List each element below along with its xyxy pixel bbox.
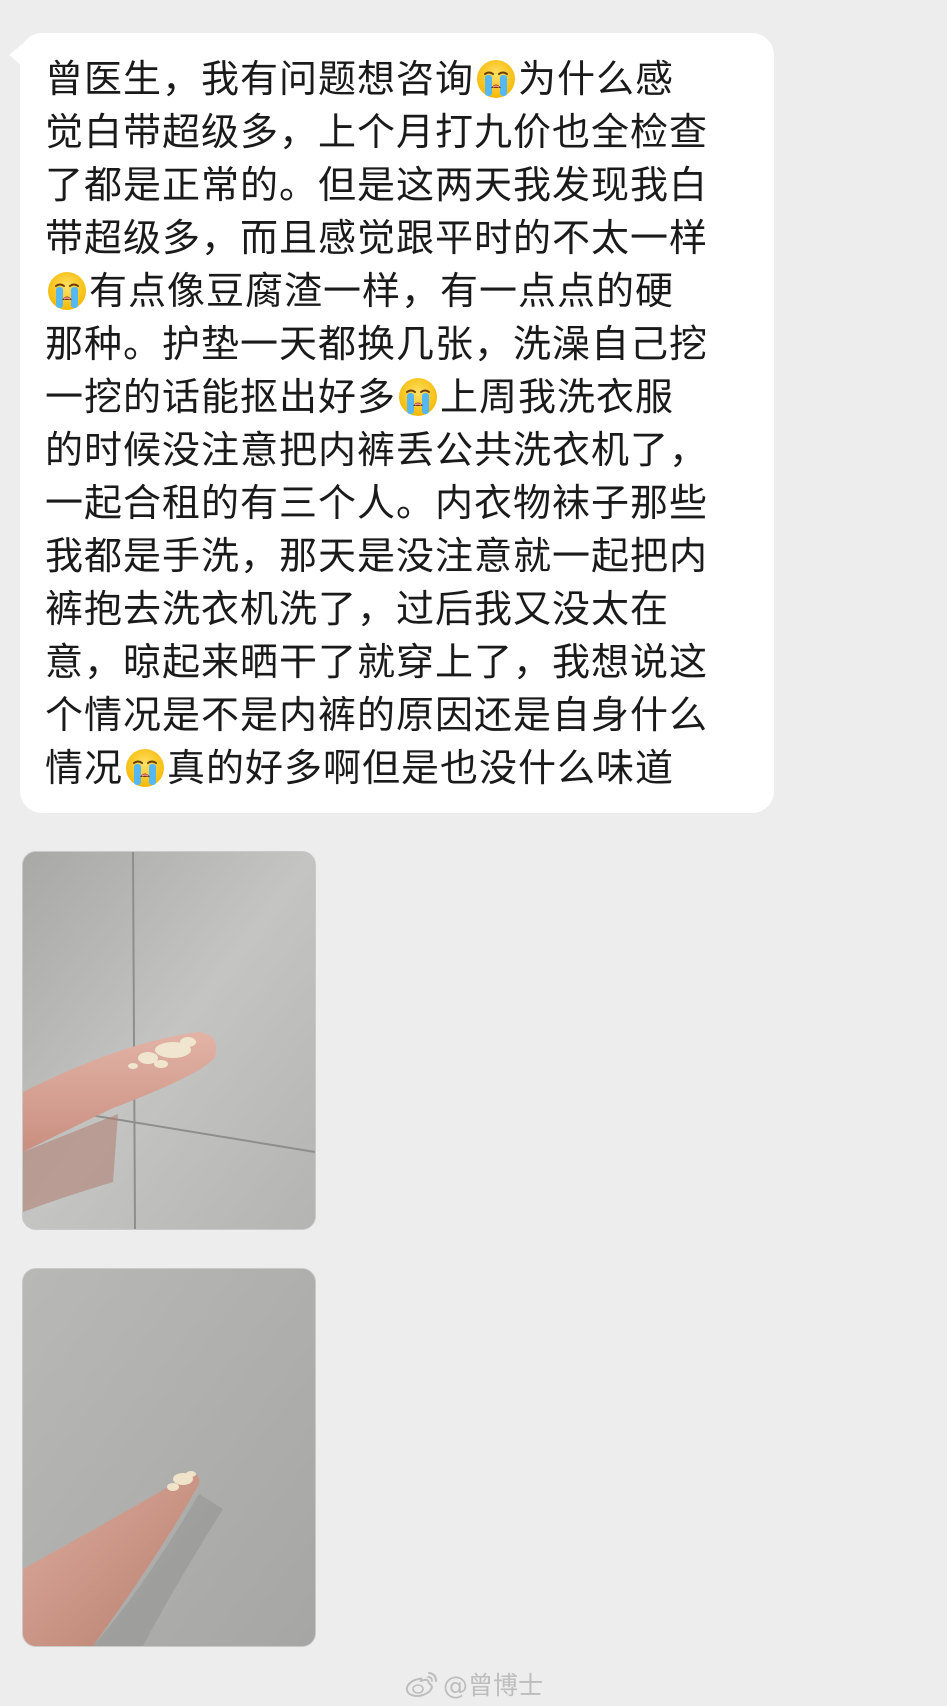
watermark: @曾博士	[405, 1667, 543, 1701]
message-line: 了都是正常的。但是这两天我发现我白	[45, 159, 765, 212]
message-line: 的时候没注意把内裤丢公共洗衣机了，	[45, 424, 765, 477]
message-line: 个情况是不是内裤的原因还是自身什么	[45, 689, 765, 742]
photo-thumbnail-1	[23, 852, 315, 1229]
loudly-crying-face-icon	[476, 59, 516, 99]
message-text: 曾医生，我有问题想咨询 为什么感 觉白带超级多，上个月打九价也全检查 了都是正常的。…	[45, 53, 765, 795]
message-text-segment: 一挖的话能抠出好多	[45, 375, 397, 419]
message-line: 一挖的话能抠出好多 上周我洗衣服	[45, 371, 765, 424]
message-text-segment: 个情况是不是内裤的原因还是自身什么	[45, 693, 709, 737]
message-text-segment: 裤抱去洗衣机洗了，过后我又没太在	[45, 587, 670, 631]
photo-message-1[interactable]	[22, 851, 316, 1230]
message-line: 一起合租的有三个人。内衣物袜子那些	[45, 477, 765, 530]
watermark-text: @曾博士	[443, 1671, 544, 1700]
message-text-segment: 情况	[45, 746, 124, 790]
message-text-segment: 带超级多，而且感觉跟平时的不太一样	[45, 216, 709, 260]
photo-message-2[interactable]	[22, 1268, 316, 1647]
message-line: 情况 真的好多啊但是也没什么味道	[45, 742, 765, 795]
message-line: 我都是手洗，那天是没注意就一起把内	[45, 530, 765, 583]
message-line: 曾医生，我有问题想咨询 为什么感	[45, 53, 765, 106]
message-text-segment: 那种。护垫一天都换几张，洗澡自己挖	[45, 322, 709, 366]
message-text-segment: 为什么感	[518, 57, 675, 101]
message-line: 带超级多，而且感觉跟平时的不太一样	[45, 212, 765, 265]
message-text-segment: 一起合租的有三个人。内衣物袜子那些	[45, 481, 709, 525]
photo-thumbnail-2	[23, 1269, 315, 1646]
message-text-segment: 了都是正常的。但是这两天我发现我白	[45, 163, 709, 207]
message-line: 裤抱去洗衣机洗了，过后我又没太在	[45, 583, 765, 636]
message-text-segment: 上周我洗衣服	[440, 375, 675, 419]
message-text-segment: 真的好多啊但是也没什么味道	[167, 746, 675, 790]
message-text-segment: 曾医生，我有问题想咨询	[45, 57, 475, 101]
loudly-crying-face-icon	[125, 748, 165, 788]
message-line: 那种。护垫一天都换几张，洗澡自己挖	[45, 318, 765, 371]
message-text-segment: 的时候没注意把内裤丢公共洗衣机了，	[45, 428, 709, 472]
message-line: 有点像豆腐渣一样，有一点点的硬	[45, 265, 765, 318]
loudly-crying-face-icon	[398, 377, 438, 417]
message-bubble[interactable]: 曾医生，我有问题想咨询 为什么感 觉白带超级多，上个月打九价也全检查 了都是正常的。…	[20, 33, 774, 813]
weibo-icon	[405, 1669, 439, 1699]
message-text-segment: 我都是手洗，那天是没注意就一起把内	[45, 534, 709, 578]
message-text-segment: 有点像豆腐渣一样，有一点点的硬	[89, 269, 675, 313]
message-text-segment: 觉白带超级多，上个月打九价也全检查	[45, 110, 709, 154]
message-line: 意，晾起来晒干了就穿上了，我想说这	[45, 636, 765, 689]
message-text-segment: 意，晾起来晒干了就穿上了，我想说这	[45, 640, 709, 684]
loudly-crying-face-icon	[47, 271, 87, 311]
message-line: 觉白带超级多，上个月打九价也全检查	[45, 106, 765, 159]
